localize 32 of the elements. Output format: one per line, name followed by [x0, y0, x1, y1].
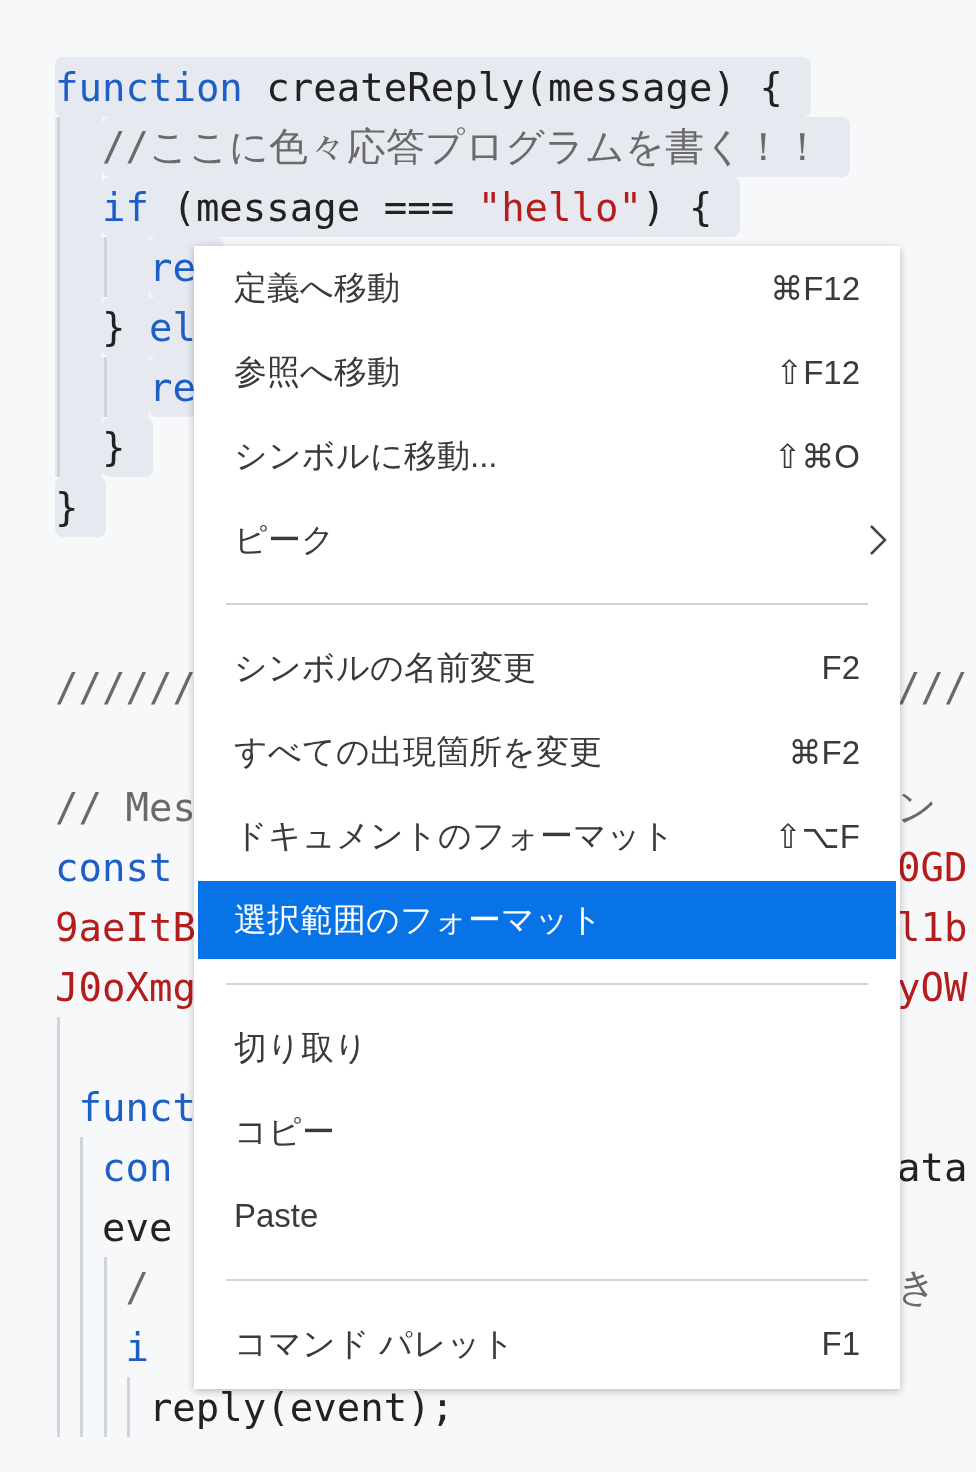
menu-item[interactable]: Paste: [194, 1174, 900, 1258]
menu-item[interactable]: 切り取り: [194, 1006, 900, 1090]
menu-item[interactable]: シンボルに移動... ⇧⌘O: [194, 414, 900, 498]
code-line: // Mes: [55, 783, 196, 832]
code-fragment: yOW: [897, 963, 968, 1012]
code-line: funct: [78, 1083, 196, 1132]
menu-item[interactable]: ドキュメントのフォーマット ⇧⌥F: [194, 794, 900, 878]
menu-item[interactable]: コマンド パレット F1: [194, 1302, 900, 1386]
menu-item[interactable]: 選択範囲のフォーマット: [198, 881, 896, 959]
indent-guide: [127, 1377, 131, 1437]
code-fragment: 0GD: [897, 843, 968, 892]
code-fragment: ata.: [897, 1143, 976, 1192]
chevron-right-icon: [868, 523, 888, 557]
code-line: eve: [101, 1203, 173, 1252]
code-line: reply(event);: [148, 1383, 455, 1432]
code-line: J0oXmg: [55, 963, 196, 1012]
code-line: /: [125, 1263, 149, 1312]
menu-item[interactable]: 参照へ移動 ⇧F12: [194, 330, 900, 414]
code-line: con: [101, 1143, 173, 1192]
code-line: const: [55, 843, 173, 892]
code-fragment: ///: [897, 663, 968, 712]
code-line: //////: [55, 663, 196, 712]
code-fragment: l1b: [897, 903, 968, 952]
menu-item[interactable]: シンボルの名前変更 F2: [194, 626, 900, 710]
menu-item[interactable]: コピー: [194, 1090, 900, 1174]
menu-item[interactable]: 定義へ移動 ⌘F12: [194, 246, 900, 330]
menu-item[interactable]: ピーク: [194, 498, 900, 582]
code-fragment: き: [897, 1263, 937, 1311]
code-line: 9aeItB: [55, 903, 196, 952]
code-fragment: ン: [897, 783, 937, 831]
menu-item[interactable]: すべての出現箇所を変更 ⌘F2: [194, 710, 900, 794]
code-line: i: [125, 1323, 149, 1372]
